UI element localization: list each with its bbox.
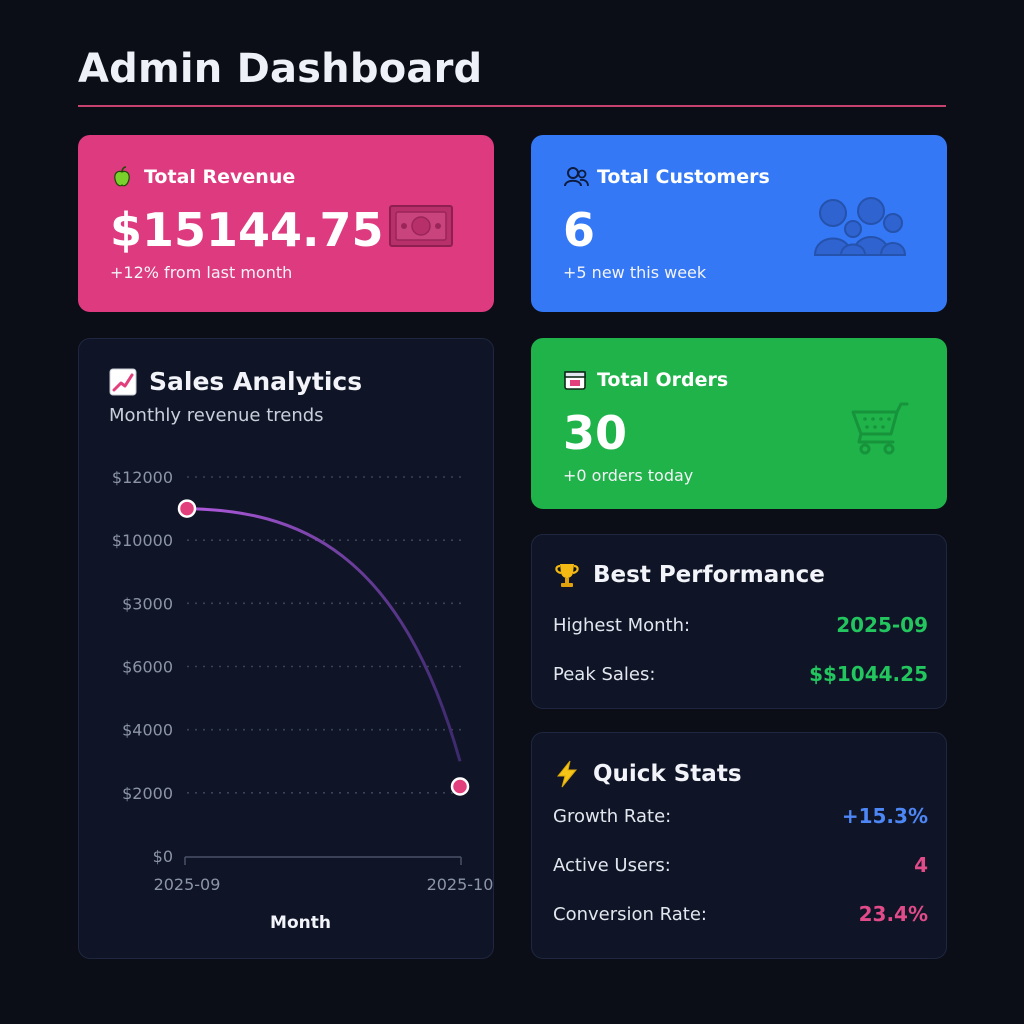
row-label: Growth Rate: <box>553 805 672 827</box>
revenue-note: +12% from last month <box>110 263 293 282</box>
data-point <box>177 499 197 518</box>
orders-value: 30 <box>563 406 628 460</box>
panel-title: Quick Stats <box>593 761 742 787</box>
sales-analytics-panel: Sales Analytics Monthly revenue trends $… <box>78 338 494 959</box>
users-icon <box>563 165 589 189</box>
conversion-rate-row: Conversion Rate: 23.4% <box>553 902 928 926</box>
active-users-value: 4 <box>914 853 928 877</box>
total-orders-card[interactable]: Total Orders 30 +0 orders today <box>531 338 947 509</box>
apple-icon <box>110 165 134 189</box>
title-divider <box>78 105 946 107</box>
growth-rate-value: +15.3% <box>841 804 928 828</box>
y-tick-label: $4000 <box>122 721 173 740</box>
row-label: Conversion Rate: <box>553 903 707 925</box>
highest-month-value: 2025-09 <box>836 613 928 637</box>
y-tick-label: $10000 <box>112 531 173 550</box>
total-customers-card[interactable]: Total Customers 6 +5 new this week <box>531 135 947 312</box>
peak-sales-row: Peak Sales: $$1044.25 <box>553 662 928 686</box>
x-tick-label: 2025-09 <box>154 875 221 894</box>
row-label: Active Users: <box>553 854 671 876</box>
sales-line-chart: $0 $2000 $4000 $6000 $3000 $10000 $12000 2025-0… <box>112 468 494 933</box>
best-performance-panel: Best Performance Highest Month: 2025-09 … <box>531 534 947 709</box>
lightning-icon <box>553 760 581 788</box>
revenue-value: $15144.75 <box>110 203 384 257</box>
card-title: Total Customers <box>597 166 770 188</box>
total-revenue-card[interactable]: Total Revenue $15144.75 +12% from last m… <box>78 135 494 312</box>
trophy-icon <box>553 561 581 589</box>
peak-sales-value: $$1044.25 <box>809 662 928 686</box>
people-group-icon <box>813 195 907 261</box>
highest-month-row: Highest Month: 2025-09 <box>553 613 928 637</box>
y-tick-label: $6000 <box>122 658 173 677</box>
series-line <box>186 507 462 762</box>
box-icon <box>563 368 587 392</box>
orders-note: +0 orders today <box>563 466 694 485</box>
x-tick-label: 2025-10 <box>427 875 494 894</box>
y-tick-label: $0 <box>153 847 173 866</box>
quick-stats-panel: Quick Stats Growth Rate: +15.3% Active U… <box>531 732 947 959</box>
cart-icon <box>849 400 911 460</box>
customers-note: +5 new this week <box>563 263 707 282</box>
card-title: Total Revenue <box>144 166 296 188</box>
active-users-row: Active Users: 4 <box>553 853 928 877</box>
card-title: Total Orders <box>597 369 729 391</box>
y-tick-label: $2000 <box>122 784 173 803</box>
conversion-rate-value: 23.4% <box>858 902 928 926</box>
y-tick-label: $3000 <box>122 594 173 613</box>
data-point <box>450 777 470 796</box>
page-title: Admin Dashboard <box>78 46 483 92</box>
row-label: Highest Month: <box>553 614 691 636</box>
x-axis-label: Month <box>270 913 331 933</box>
panel-title: Best Performance <box>593 562 825 588</box>
money-icon <box>389 205 453 251</box>
growth-rate-row: Growth Rate: +15.3% <box>553 804 928 828</box>
y-tick-label: $12000 <box>112 468 173 487</box>
customers-value: 6 <box>563 203 596 257</box>
row-label: Peak Sales: <box>553 663 656 685</box>
